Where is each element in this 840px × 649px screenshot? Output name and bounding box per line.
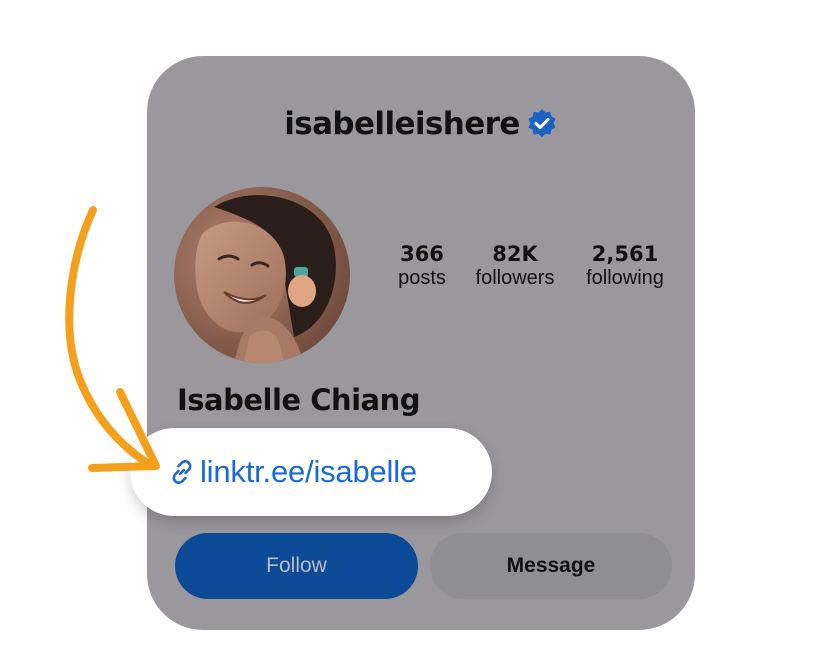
- following-count: 2,561: [591, 242, 659, 266]
- link-icon: [168, 458, 196, 486]
- follow-button[interactable]: Follow: [175, 533, 418, 599]
- stat-posts[interactable]: 366 posts: [387, 242, 457, 290]
- stat-following[interactable]: 2,561 following: [575, 242, 675, 290]
- posts-label: posts: [398, 267, 446, 289]
- profile-card: isabelleishere 366 posts 82K followers 2…: [147, 56, 695, 630]
- verified-badge-icon: [526, 108, 558, 140]
- profile-header: isabelleishere: [147, 106, 695, 142]
- stage: isabelleishere 366 posts 82K followers 2…: [0, 0, 840, 649]
- link-text: linktr.ee/isabelle: [200, 454, 417, 489]
- bio-link[interactable]: linktr.ee/isabelle: [130, 428, 492, 516]
- followers-count: 82K: [492, 242, 538, 266]
- followers-label: followers: [475, 267, 555, 289]
- posts-count: 366: [400, 242, 444, 266]
- stat-followers[interactable]: 82K followers: [465, 242, 565, 290]
- display-name: Isabelle Chiang: [177, 383, 421, 417]
- profile-stats: 366 posts 82K followers 2,561 following: [387, 242, 677, 302]
- following-label: following: [586, 267, 664, 289]
- avatar[interactable]: [174, 187, 350, 363]
- username: isabelleishere: [284, 106, 520, 142]
- message-button[interactable]: Message: [430, 533, 672, 599]
